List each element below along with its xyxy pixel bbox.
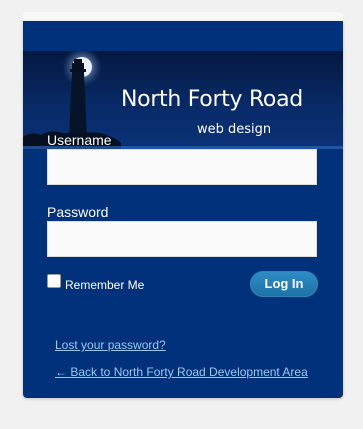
lost-password-link[interactable]: Lost your password? [55, 338, 166, 352]
brand-tagline: web design [197, 122, 272, 137]
login-button[interactable]: Log In [250, 271, 318, 297]
panel-top-edge [23, 12, 343, 21]
login-panel: North Forty Road web design Username Pas… [23, 21, 343, 398]
password-input[interactable] [47, 221, 317, 257]
username-label: Username [47, 132, 112, 148]
brand-name: North Forty Road [121, 87, 303, 112]
remember-me-label[interactable]: Remember Me [65, 278, 144, 292]
password-label: Password [47, 204, 109, 220]
back-to-site-link[interactable]: ← Back to North Forty Road Development A… [55, 365, 308, 379]
remember-me-checkbox[interactable] [47, 274, 61, 288]
username-input[interactable] [47, 149, 317, 185]
